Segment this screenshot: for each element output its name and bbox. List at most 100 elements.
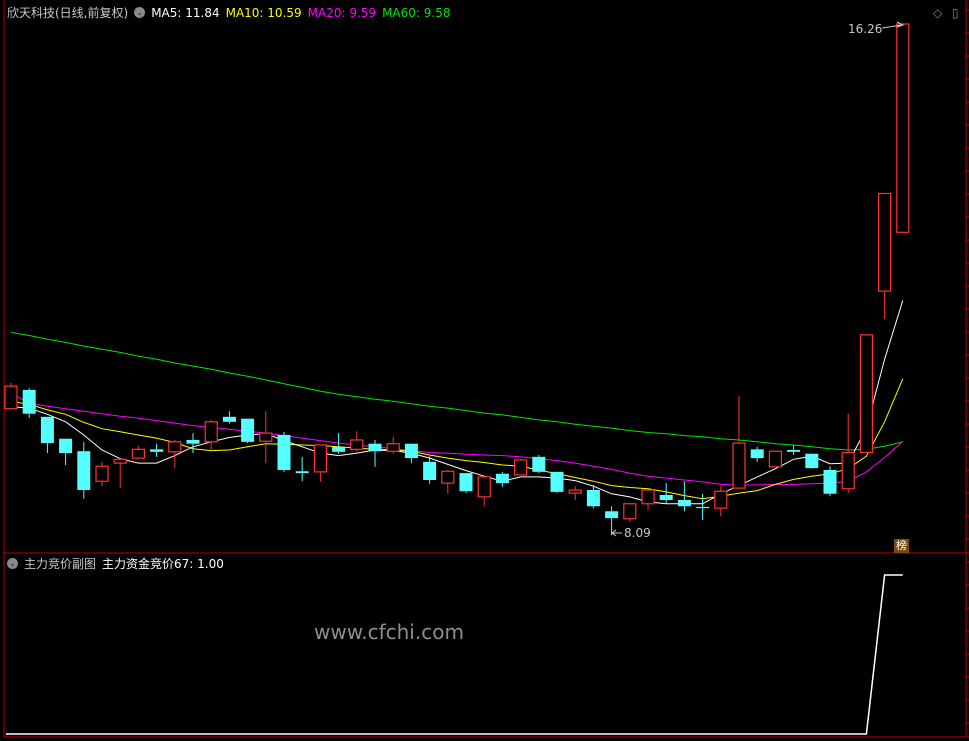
candle-body: [295, 471, 309, 474]
watermark: www.cfchi.com: [314, 620, 464, 644]
candle-body: [859, 334, 874, 454]
candle-down: [823, 466, 837, 497]
panel-toggle-icon[interactable]: ▯: [952, 6, 959, 20]
candle-body: [714, 490, 728, 509]
candle-body: [495, 473, 509, 484]
candle-body: [59, 438, 73, 454]
candle-up: [4, 383, 18, 410]
ma20-value: MA20: 9.59: [307, 5, 377, 20]
candle-body: [459, 473, 473, 492]
rank-badge[interactable]: 榜: [894, 539, 909, 553]
candle-up: [313, 444, 327, 482]
candle-body: [40, 416, 54, 444]
candle-body: [186, 439, 200, 444]
candle-body: [568, 489, 582, 494]
candle-down: [787, 444, 801, 455]
candle-up: [386, 436, 400, 454]
candle-body: [423, 461, 437, 480]
candle-up: [623, 503, 637, 522]
candle-body: [586, 489, 600, 507]
candle-body: [222, 416, 236, 422]
candle-body: [787, 449, 801, 452]
candle-body: [623, 503, 637, 520]
candle-body: [277, 434, 291, 470]
candle-down: [495, 471, 509, 487]
candle-body: [150, 449, 164, 452]
candle-up: [131, 446, 145, 459]
sub-chart-title: 主力竞价副图: [24, 557, 97, 571]
sub-chart-header: ⌄ 主力竞价副图 主力资金竞价67: 1.00: [7, 555, 224, 572]
ma60-line: [10, 331, 903, 451]
candle-down: [222, 411, 236, 424]
candle-body: [696, 506, 710, 509]
candle-down: [750, 446, 764, 462]
candle-body: [386, 443, 400, 452]
candle-body: [550, 471, 564, 492]
candle-body: [22, 389, 36, 414]
candle-down: [805, 453, 819, 469]
candle-up: [877, 192, 892, 320]
candle-body: [131, 448, 145, 459]
candle-body: [95, 465, 109, 482]
stock-title: 欣天科技(日线,前复权): [7, 6, 129, 20]
candle-body: [605, 511, 619, 519]
candle-body: [241, 418, 255, 442]
candle-down: [22, 388, 36, 419]
candle-body: [768, 450, 783, 468]
candle-up: [204, 419, 218, 452]
main-chart-header: 欣天科技(日线,前复权) ⌄ MA5: 11.84 MA10: 10.59 MA…: [7, 4, 451, 21]
candle-down: [423, 456, 437, 484]
candle-body: [877, 192, 892, 292]
candle-body: [404, 443, 418, 459]
candle-down: [532, 454, 546, 474]
ma10-line: [10, 378, 904, 500]
low-price-label: 8.09: [624, 526, 651, 540]
candle-up: [714, 486, 728, 517]
candle-up: [732, 396, 746, 489]
sub-indicator-line: [6, 574, 903, 735]
candle-body: [4, 385, 18, 410]
candle-down: [550, 471, 564, 494]
ma10-value: MA10: 10.59: [225, 5, 302, 20]
candle-up: [350, 431, 364, 454]
candle-down: [59, 438, 73, 465]
candlesticks: [4, 23, 910, 536]
candle-down: [605, 506, 619, 536]
candle-body: [513, 459, 528, 476]
candle-up: [95, 461, 109, 487]
candle-up: [477, 476, 491, 507]
low-marker: [611, 529, 622, 537]
candle-up: [568, 486, 582, 501]
candle-body: [332, 446, 346, 452]
price-chart[interactable]: [0, 0, 969, 741]
diamond-icon[interactable]: ◇: [933, 6, 942, 20]
ma60-value: MA60: 9.58: [382, 5, 451, 20]
candle-down: [459, 473, 473, 494]
candle-up: [859, 334, 874, 454]
candle-up: [441, 469, 455, 494]
candle-down: [77, 441, 91, 499]
candle-up: [641, 489, 655, 511]
candle-body: [368, 443, 382, 452]
candle-body: [532, 456, 546, 472]
candle-body: [441, 470, 455, 484]
candle-down: [368, 439, 382, 467]
candle-down: [404, 443, 418, 464]
candle-body: [350, 439, 364, 450]
candle-body: [313, 444, 327, 473]
candle-down: [295, 456, 309, 482]
chevron-down-icon[interactable]: ⌄: [134, 7, 146, 18]
candle-body: [77, 451, 91, 490]
candle-body: [750, 449, 764, 459]
ma5-line: [10, 300, 904, 505]
candle-down: [186, 433, 200, 454]
candle-body: [805, 453, 819, 469]
candle-down: [241, 418, 255, 444]
sub-indicator-value: 主力资金竞价67: 1.00: [102, 557, 224, 571]
candle-down: [150, 443, 164, 457]
candle-body: [732, 442, 746, 489]
candle-body: [677, 500, 691, 507]
candle-body: [477, 476, 491, 498]
chevron-down-icon[interactable]: ⌄: [7, 558, 18, 569]
moving-average-lines: [10, 300, 904, 505]
